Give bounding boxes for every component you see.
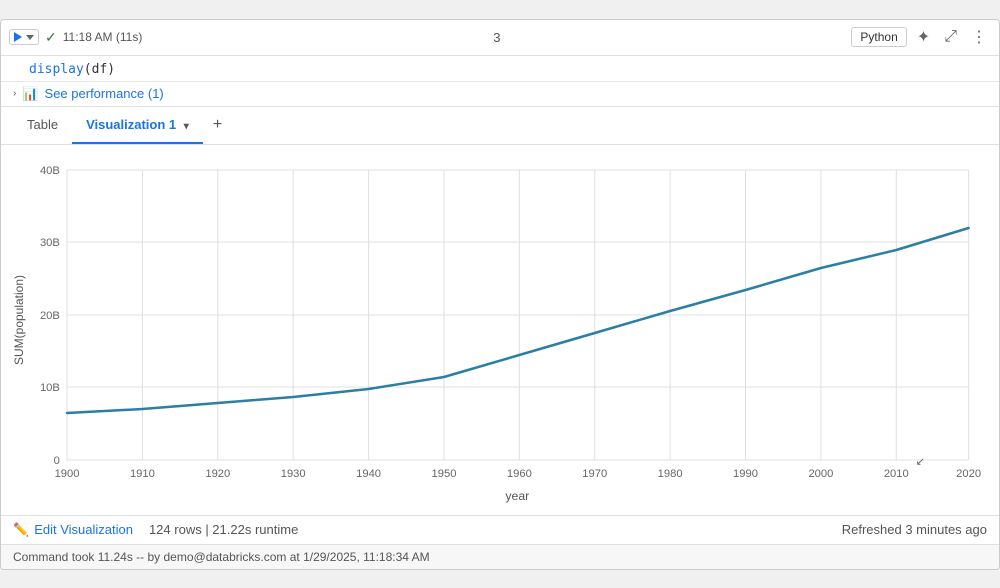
notebook-cell: ✓ 11:18 AM (11s) 3 Python ✦ ⤢ ⋮ display(… [0,19,1000,570]
svg-text:1970: 1970 [582,468,607,480]
chevron-right-icon: › [13,88,16,99]
chart-area: .grid-line { stroke: #e0e0e0; stroke-wid… [1,145,999,515]
run-triangle-icon [14,32,22,42]
svg-text:1990: 1990 [733,468,758,480]
svg-text:1910: 1910 [130,468,155,480]
chart-container: .grid-line { stroke: #e0e0e0; stroke-wid… [11,155,989,515]
svg-text:1980: 1980 [658,468,683,480]
runtime-stats: 124 rows | 21.22s runtime [149,522,298,537]
cell-toolbar: ✓ 11:18 AM (11s) 3 Python ✦ ⤢ ⋮ [1,20,999,56]
svg-text:↙: ↙ [916,456,925,468]
svg-text:2000: 2000 [808,468,833,480]
expand-icon[interactable]: ⤢ [940,26,961,48]
magic-icon[interactable]: ✦ [913,25,934,49]
data-line [67,228,969,413]
edit-viz-label: Edit Visualization [34,522,133,537]
performance-row: › 📊 See performance (1) [1,82,999,107]
svg-text:0: 0 [54,455,60,467]
svg-text:40B: 40B [40,165,60,177]
more-icon[interactable]: ⋮ [967,25,991,49]
tabs-bar: Table Visualization 1 ▾ + [1,107,999,145]
svg-text:1900: 1900 [55,468,80,480]
tab-visualization1[interactable]: Visualization 1 ▾ [72,107,203,144]
tab-dropdown-icon[interactable]: ▾ [184,121,189,132]
code-args: (df) [84,62,115,77]
edit-visualization-button[interactable]: ✏️ Edit Visualization [13,522,133,538]
footer-text: Command took 11.24s -- by demo@databrick… [13,550,430,564]
success-icon: ✓ [45,29,57,46]
svg-text:year: year [505,489,529,503]
svg-text:1930: 1930 [281,468,306,480]
cell-status: 11:18 AM (11s) [63,30,143,44]
cell-number: 3 [148,30,845,45]
svg-text:1960: 1960 [507,468,532,480]
svg-text:2010: 2010 [884,468,909,480]
svg-text:10B: 10B [40,382,60,394]
svg-text:SUM(population): SUM(population) [12,274,26,364]
svg-text:20B: 20B [40,310,60,322]
bottom-bar: ✏️ Edit Visualization 124 rows | 21.22s … [1,515,999,544]
refreshed-status: Refreshed 3 minutes ago [842,522,987,537]
python-badge[interactable]: Python [851,27,906,47]
svg-text:1920: 1920 [205,468,230,480]
code-keyword: display [29,62,84,77]
bar-chart-icon: 📊 [22,86,38,102]
pencil-icon: ✏️ [13,522,29,538]
run-button[interactable] [9,29,39,45]
tab-viz1-label: Visualization 1 [86,117,176,132]
code-line: display(df) [1,56,999,82]
svg-text:1950: 1950 [432,468,457,480]
see-performance-link[interactable]: See performance (1) [45,86,164,101]
tab-table[interactable]: Table [13,107,72,144]
line-chart: .grid-line { stroke: #e0e0e0; stroke-wid… [11,155,989,515]
svg-text:1940: 1940 [356,468,381,480]
svg-text:30B: 30B [40,237,60,249]
tab-add-button[interactable]: + [203,108,232,142]
run-dropdown-icon [26,35,34,40]
cell-footer: Command took 11.24s -- by demo@databrick… [1,544,999,569]
svg-text:2020: 2020 [956,468,981,480]
